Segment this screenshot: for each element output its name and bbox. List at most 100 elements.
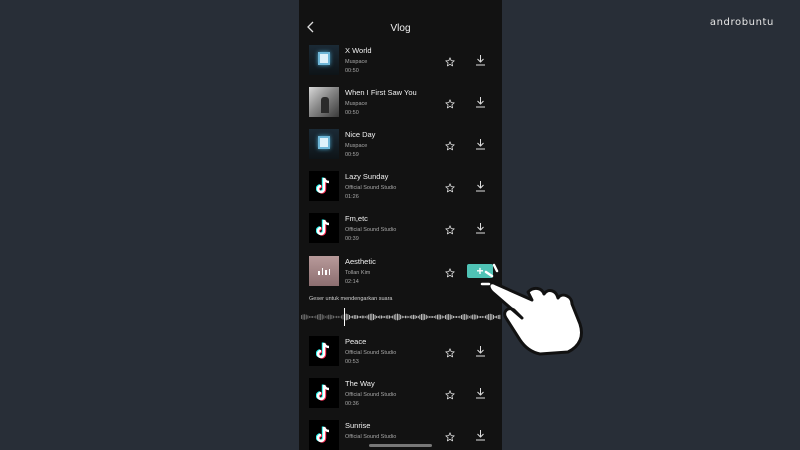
track-name: X World <box>345 46 372 55</box>
home-indicator[interactable] <box>369 444 432 447</box>
track-name: Lazy Sunday <box>345 172 389 181</box>
track-row[interactable]: When I First Saw You Muspace 00:50 <box>299 86 502 128</box>
waveform-bar <box>329 314 331 320</box>
waveform-bar <box>341 315 342 319</box>
hand-pointer-icon <box>480 263 583 356</box>
waveform-bar <box>408 316 410 318</box>
star-icon[interactable] <box>445 138 455 151</box>
waveform-bar <box>331 315 333 319</box>
waveform-bar <box>368 314 370 320</box>
star-icon[interactable] <box>445 387 455 400</box>
waveform-bar <box>326 315 328 319</box>
track-row[interactable]: Nice Day Muspace 00:59 <box>299 128 502 170</box>
track-cover[interactable] <box>309 129 339 159</box>
audio-waveform[interactable] <box>299 308 502 326</box>
star-icon[interactable] <box>445 54 455 67</box>
waveform-bar <box>313 316 315 318</box>
waveform-bar <box>317 314 318 320</box>
waveform-bar <box>456 316 458 318</box>
waveform-bar <box>422 313 424 321</box>
star-icon[interactable] <box>445 222 455 235</box>
track-row[interactable]: Peace Official Sound Studio 00:53 <box>299 335 502 377</box>
tiktok-logo-icon[interactable] <box>309 336 339 366</box>
waveform-bar <box>328 314 330 320</box>
waveform-bar <box>453 315 454 319</box>
waveform-bar <box>462 314 464 320</box>
track-name: Aesthetic <box>345 257 376 266</box>
waveform-bar <box>374 314 376 320</box>
waveform-bar <box>365 316 366 318</box>
track-artist: Official Sound Studio <box>345 350 397 356</box>
download-icon[interactable] <box>475 137 486 150</box>
waveform-bar <box>451 315 453 319</box>
waveform-bar <box>443 316 445 318</box>
download-icon[interactable] <box>475 53 486 66</box>
track-row[interactable]: Lazy Sunday Official Sound Studio 01:26 <box>299 170 502 212</box>
waveform-bar <box>305 314 307 320</box>
track-name: When I First Saw You <box>345 88 417 97</box>
waveform-bar <box>355 315 357 319</box>
waveform-bar <box>413 314 414 320</box>
waveform-bar <box>376 315 378 319</box>
waveform-bar <box>377 315 379 319</box>
waveform-bar <box>432 316 434 318</box>
track-row[interactable]: Aesthetic Tollan Kim 02:14 + <box>299 255 502 297</box>
tiktok-logo-icon[interactable] <box>309 420 339 450</box>
waveform-bar <box>387 315 389 319</box>
waveform-bar <box>384 316 386 318</box>
waveform-bar <box>475 314 477 320</box>
waveform-bar <box>358 316 360 318</box>
download-icon[interactable] <box>475 221 486 234</box>
download-icon[interactable] <box>475 95 486 108</box>
star-icon[interactable] <box>445 96 455 109</box>
waveform-bar <box>473 314 475 320</box>
waveform-bar <box>312 316 314 318</box>
waveform-bar <box>465 314 467 320</box>
waveform-bar <box>435 315 437 319</box>
waveform-bar <box>454 316 456 318</box>
star-icon[interactable] <box>445 345 455 358</box>
waveform-bar <box>345 313 347 321</box>
waveform-bar <box>446 314 448 320</box>
track-artist: Official Sound Studio <box>345 185 397 191</box>
tiktok-logo-icon[interactable] <box>309 171 339 201</box>
waveform-bar <box>469 316 470 318</box>
star-icon[interactable] <box>445 180 455 193</box>
preview-hint: Geser untuk mendengarkan suara <box>309 296 393 302</box>
waveform-bar <box>339 316 341 318</box>
track-duration: 00:59 <box>345 152 359 158</box>
track-row[interactable]: X World Muspace 00:50 <box>299 44 502 86</box>
track-duration: 00:50 <box>345 68 359 74</box>
tiktok-logo-icon[interactable] <box>309 378 339 408</box>
download-icon[interactable] <box>475 428 486 441</box>
waveform-bar <box>352 315 354 319</box>
track-cover[interactable] <box>309 256 339 286</box>
waveform-bar <box>470 315 472 319</box>
waveform-bar <box>406 315 408 319</box>
waveform-bar <box>400 314 402 320</box>
waveform-bar <box>347 314 349 320</box>
track-cover[interactable] <box>309 87 339 117</box>
track-row[interactable]: Fm,etc Official Sound Studio 00:39 <box>299 212 502 254</box>
track-row[interactable]: The Way Official Sound Studio 00:36 <box>299 377 502 419</box>
waveform-bar <box>416 315 418 319</box>
star-icon[interactable] <box>445 265 455 278</box>
track-duration: 02:14 <box>345 279 359 285</box>
track-name: Peace <box>345 337 367 346</box>
waveform-bar <box>467 315 469 319</box>
waveform-bar <box>360 315 362 319</box>
tiktok-logo-icon[interactable] <box>309 213 339 243</box>
download-icon[interactable] <box>475 386 486 399</box>
download-icon[interactable] <box>475 179 486 192</box>
waveform-bar <box>366 315 368 319</box>
track-artist: Muspace <box>345 143 368 149</box>
waveform-bar <box>323 315 325 319</box>
waveform-bar <box>389 315 390 319</box>
track-cover[interactable] <box>309 45 339 75</box>
track-name: The Way <box>345 379 375 388</box>
star-icon[interactable] <box>445 429 455 442</box>
waveform-bar <box>472 314 474 320</box>
waveform-bar <box>419 314 421 320</box>
waveform-bar <box>429 316 430 318</box>
waveform-bar <box>363 315 365 319</box>
